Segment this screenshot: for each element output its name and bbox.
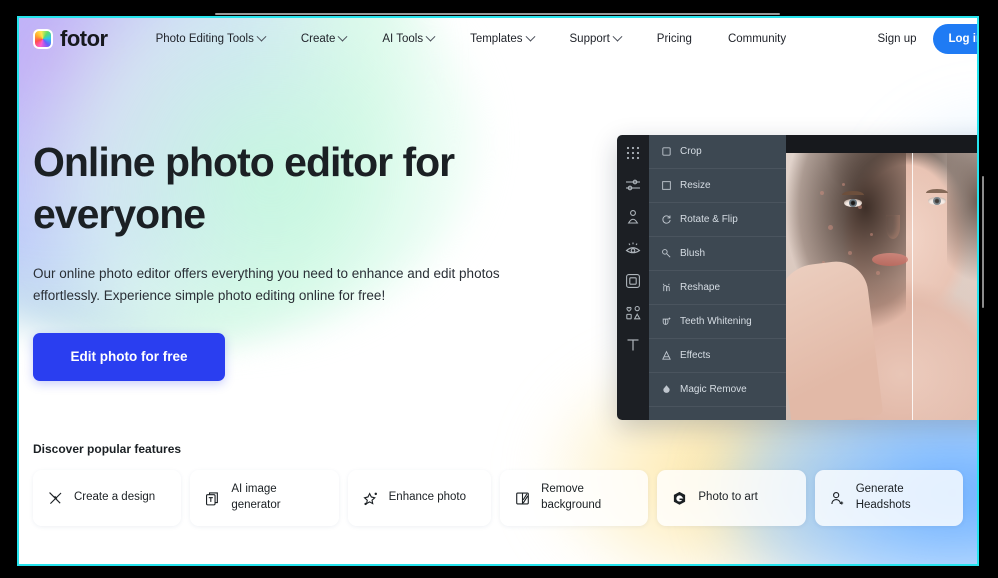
editor-tool-reshape[interactable]: Reshape xyxy=(649,271,786,305)
feature-card-list: Create a design AI image generator Enhan… xyxy=(33,470,964,526)
feature-card-enhance-photo[interactable]: Enhance photo xyxy=(347,470,492,526)
nav-item-label: AI Tools xyxy=(382,33,424,45)
portrait-person-icon[interactable] xyxy=(625,209,641,225)
fotor-logo-text: fotor xyxy=(60,26,108,51)
design-brush-icon xyxy=(49,491,62,504)
grid-dots-icon[interactable] xyxy=(625,145,641,161)
editor-tool-label: Teeth Whitening xyxy=(680,316,752,327)
editor-tool-resize[interactable]: Resize xyxy=(649,169,786,203)
log-in-button[interactable]: Log in xyxy=(932,24,977,54)
text-tool-icon[interactable] xyxy=(625,337,641,353)
retouch-after-overlay xyxy=(911,135,977,420)
hero-section: Online photo editor for everyone Our onl… xyxy=(33,136,553,381)
chevron-down-icon xyxy=(525,31,535,42)
headshot-person-icon xyxy=(831,491,843,504)
editor-tool-label: Magic Remove xyxy=(680,384,747,395)
editor-tool-label: Effects xyxy=(680,350,711,361)
feature-card-label: Remove background xyxy=(541,483,602,511)
feature-card-label: Generate Headshots xyxy=(855,483,911,511)
feature-card-label: Enhance photo xyxy=(388,491,466,504)
chevron-down-icon xyxy=(337,31,348,42)
editor-tool-blush[interactable]: Blush xyxy=(649,237,786,271)
sparkle-enhance-icon xyxy=(363,491,377,505)
nav-item-ai-tools[interactable]: AI Tools xyxy=(364,31,452,45)
editor-tool-label: Resize xyxy=(680,180,711,191)
editor-tool-label: Crop xyxy=(680,146,702,157)
ai-image-icon xyxy=(206,491,219,505)
nav-account-actions: Sign up Log in xyxy=(861,24,977,54)
feature-card-generate-headshots[interactable]: Generate Headshots xyxy=(814,470,964,526)
editor-tool-rotate-flip[interactable]: Rotate & Flip xyxy=(649,203,786,237)
feature-card-label: AI image generator xyxy=(231,483,281,511)
editor-tool-label: Reshape xyxy=(680,282,721,293)
editor-tool-magic-remove[interactable]: Magic Remove xyxy=(649,373,786,407)
portrait-nose xyxy=(886,215,900,239)
feature-card-remove-background[interactable]: Remove background xyxy=(500,470,649,526)
nav-item-label: Create xyxy=(300,33,336,45)
fotor-logo-icon xyxy=(33,29,53,49)
chevron-down-icon xyxy=(425,31,436,42)
chevron-down-icon xyxy=(612,31,623,42)
editor-tool-crop[interactable]: Crop xyxy=(649,135,786,169)
nav-item-label: Photo Editing Tools xyxy=(155,33,254,45)
editor-tool-label: Blush xyxy=(680,248,706,259)
adjust-sliders-icon[interactable] xyxy=(625,177,641,193)
eye-retouch-icon[interactable] xyxy=(625,241,641,257)
hero-subtitle: Our online photo editor offers everythin… xyxy=(33,265,500,303)
portrait-eye-left xyxy=(842,191,864,207)
nav-item-label: Community xyxy=(727,33,787,45)
features-heading: Discover popular features xyxy=(33,442,182,456)
page-title: Online photo editor for everyone xyxy=(33,139,455,238)
feature-card-ai-image-generator[interactable]: AI image generator xyxy=(190,470,339,526)
editor-tool-label: Rotate & Flip xyxy=(680,214,738,225)
editor-tool-teeth-whitening[interactable]: Teeth Whitening xyxy=(649,305,786,339)
page-viewport: fotor Photo Editing Tools Create AI Tool… xyxy=(17,16,979,566)
nav-item-label: Pricing xyxy=(656,33,692,45)
popular-features-section: Discover popular features Create a desig… xyxy=(33,442,964,526)
feature-card-label: Create a design xyxy=(74,491,156,504)
editor-tool-list: Crop Resize Rotate & Flip Blush Reshape … xyxy=(649,135,786,420)
feature-card-label: Photo to art xyxy=(698,491,758,504)
nav-item-label: Support xyxy=(569,33,610,45)
nav-item-community[interactable]: Community xyxy=(710,33,804,45)
shapes-icon[interactable] xyxy=(625,305,641,321)
editor-tool-rail xyxy=(617,135,649,420)
editor-preview: Crop Resize Rotate & Flip Blush Reshape … xyxy=(617,135,977,420)
site-navbar: fotor Photo Editing Tools Create AI Tool… xyxy=(19,18,977,60)
browser-top-indicator xyxy=(215,13,780,15)
canvas-top-strip xyxy=(786,135,977,153)
browser-screenshot: fotor Photo Editing Tools Create AI Tool… xyxy=(0,0,998,578)
feature-card-create-a-design[interactable]: Create a design xyxy=(33,470,182,526)
remove-bg-icon xyxy=(516,492,529,504)
edit-photo-for-free-button[interactable]: Edit photo for free xyxy=(33,332,225,381)
nav-item-templates[interactable]: Templates xyxy=(452,31,551,45)
nav-item-create[interactable]: Create xyxy=(283,31,365,45)
nav-item-label: Templates xyxy=(470,33,523,45)
nav-item-photo-editing-tools[interactable]: Photo Editing Tools xyxy=(138,31,283,45)
before-after-divider[interactable] xyxy=(911,135,913,420)
sign-up-link[interactable]: Sign up xyxy=(861,33,932,45)
nav-links: Photo Editing Tools Create AI Tools Temp… xyxy=(138,31,805,45)
photo-to-art-icon xyxy=(674,491,686,505)
portrait-lips xyxy=(872,253,908,266)
nav-item-support[interactable]: Support xyxy=(552,31,639,45)
editor-tool-effects[interactable]: Effects xyxy=(649,339,786,373)
feature-card-photo-to-art[interactable]: Photo to art xyxy=(657,470,806,526)
page-scrollbar[interactable] xyxy=(982,176,984,308)
editor-canvas: AI Skin Retouch xyxy=(786,135,977,420)
fotor-logo[interactable]: fotor xyxy=(33,26,108,52)
frame-icon[interactable] xyxy=(625,273,641,289)
chevron-down-icon xyxy=(256,31,267,42)
nav-item-pricing[interactable]: Pricing xyxy=(639,33,710,45)
